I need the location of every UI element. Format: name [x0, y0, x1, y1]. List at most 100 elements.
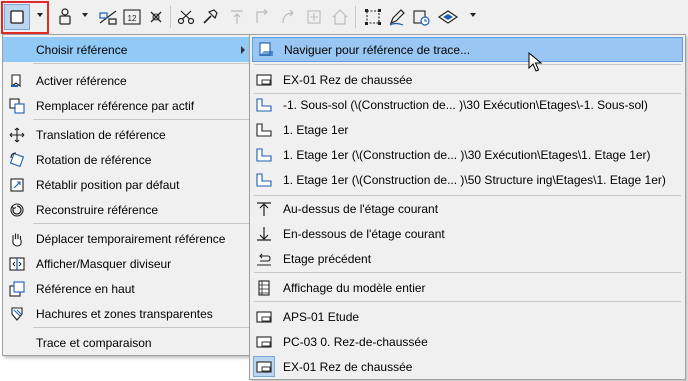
- reset-position-icon: [10, 177, 24, 192]
- submenu-item-label: EX-01 Rez de chaussée: [283, 359, 413, 374]
- pick-hammer-icon[interactable]: [198, 5, 222, 29]
- menu-item-label: Hachures et zones transparentes: [36, 306, 213, 321]
- scissors-icon[interactable]: [174, 5, 198, 29]
- menu-item-label: Reconstruire référence: [36, 202, 159, 217]
- story-icon: [256, 147, 272, 162]
- submenu-item-label: EX-01 Rez de chaussée: [283, 72, 413, 87]
- chevron-down-icon[interactable]: [82, 13, 88, 17]
- choisir-reference-submenu: Naviguer pour référence de trace... EX-0…: [249, 34, 686, 380]
- menu-item-retablir-position[interactable]: Rétablir position par défaut: [3, 172, 251, 197]
- submenu-item-modele-entier[interactable]: Affichage du modèle entier: [250, 275, 685, 300]
- submenu-item-pc03[interactable]: PC-03 0. Rez-de-chaussée: [250, 329, 685, 354]
- menu-divider: [33, 63, 249, 64]
- level-label: 12: [128, 14, 137, 23]
- arrow-up-icon: [257, 201, 271, 216]
- rotate-arrow-icon: [276, 5, 300, 29]
- reference-menu: Choisir référence Activer référence Remp…: [2, 34, 252, 356]
- chevron-down-icon[interactable]: [470, 13, 476, 17]
- bookmark-icon: [11, 73, 21, 87]
- crosshair-icon[interactable]: [144, 5, 168, 29]
- navigator-icon: [259, 41, 273, 56]
- submenu-item-en-dessous[interactable]: En-dessous de l'étage courant: [250, 221, 685, 246]
- submenu-item-naviguer[interactable]: Naviguer pour référence de trace...: [252, 37, 683, 62]
- layout-icon: [256, 310, 272, 323]
- submenu-item-label: Etage précédent: [283, 251, 372, 266]
- level-12-icon[interactable]: 12: [120, 5, 144, 29]
- toolbar-divider: [355, 6, 356, 28]
- menu-item-remplacer-reference[interactable]: Remplacer référence par actif: [3, 93, 251, 118]
- menu-item-activer-reference[interactable]: Activer référence: [3, 68, 251, 93]
- rebuild-icon: [10, 202, 24, 217]
- divider-icon: [9, 256, 25, 271]
- mouse-cursor-icon: [528, 52, 542, 72]
- toolbar: 12: [0, 0, 688, 34]
- submenu-item-etage-precedent[interactable]: Etage précédent: [250, 246, 685, 271]
- story-icon: [256, 97, 272, 112]
- chevron-down-icon[interactable]: [37, 13, 43, 17]
- rotate-icon: [9, 151, 25, 167]
- align-up-icon: [225, 5, 249, 29]
- hatch-icon: [11, 306, 23, 321]
- menu-divider: [254, 301, 681, 302]
- submenu-item-label: PC-03 0. Rez-de-chaussée: [283, 334, 428, 349]
- submenu-item-etage-1er[interactable]: 1. Etage 1er: [250, 117, 685, 142]
- hand-icon: [12, 233, 22, 247]
- compare-levels-icon[interactable]: [96, 5, 120, 29]
- story-icon: [256, 172, 272, 187]
- cloud-user-icon[interactable]: [409, 5, 433, 29]
- submenu-item-label: Au-dessus de l'étage courant: [283, 201, 439, 216]
- menu-item-label: Rotation de référence: [36, 152, 152, 167]
- menu-item-choisir-reference[interactable]: Choisir référence: [3, 37, 251, 62]
- menu-item-label: Rétablir position par défaut: [36, 177, 180, 192]
- menu-item-reconstruire[interactable]: Reconstruire référence: [3, 197, 251, 222]
- submenu-item-ex01[interactable]: EX-01 Rez de chaussée: [250, 67, 685, 92]
- menu-item-deplacer-temporairement[interactable]: Déplacer temporairement référence: [3, 226, 251, 251]
- menu-item-translation[interactable]: Translation de référence: [3, 122, 251, 147]
- layout-icon: [256, 360, 272, 373]
- submenu-item-label: En-dessous de l'étage courant: [283, 226, 445, 241]
- layout-icon: [256, 335, 272, 348]
- menu-divider: [33, 223, 249, 224]
- layer-figure-icon[interactable]: [53, 5, 77, 29]
- submenu-item-label: Affichage du modèle entier: [283, 280, 426, 295]
- menu-divider: [33, 327, 249, 328]
- select-frame-icon[interactable]: [361, 5, 385, 29]
- layers-eye-icon[interactable]: [436, 5, 460, 29]
- pen-icon[interactable]: [385, 5, 409, 29]
- menu-item-trace-comparaison[interactable]: Trace et comparaison: [3, 330, 251, 355]
- menu-item-label: Activer référence: [36, 73, 127, 88]
- menu-divider: [254, 64, 681, 65]
- previous-icon: [257, 253, 271, 266]
- menu-divider: [33, 119, 249, 120]
- menu-item-label: Choisir référence: [36, 42, 128, 57]
- menu-item-label: Remplacer référence par actif: [36, 98, 195, 113]
- model-icon: [258, 279, 270, 296]
- menu-item-hachures[interactable]: Hachures et zones transparentes: [3, 301, 251, 326]
- submenu-item-etage-1er-execution[interactable]: 1. Etage 1er (\(Construction de... )\30 …: [250, 142, 685, 167]
- submenu-item-label: -1. Sous-sol (\(Construction de... )\30 …: [283, 97, 648, 112]
- submenu-item-label: 1. Etage 1er: [283, 122, 349, 137]
- menu-item-rotation[interactable]: Rotation de référence: [3, 147, 251, 172]
- arrow-down-icon: [257, 226, 271, 241]
- submenu-item-aps01[interactable]: APS-01 Etude: [250, 304, 685, 329]
- layout-icon: [256, 73, 272, 86]
- submenu-item-label: 1. Etage 1er (\(Construction de... )\50 …: [283, 172, 666, 187]
- corner-icon: [250, 5, 274, 29]
- reference-frame-icon: [5, 5, 29, 29]
- grid-add-icon: [302, 5, 326, 29]
- menu-divider: [254, 272, 681, 273]
- move-icon: [9, 127, 25, 142]
- reference-top-icon: [9, 280, 25, 297]
- chevron-right-icon: [241, 45, 245, 54]
- submenu-item-ex01-current[interactable]: EX-01 Rez de chaussée: [250, 354, 685, 379]
- menu-item-reference-en-haut[interactable]: Référence en haut: [3, 276, 251, 301]
- submenu-item-label: APS-01 Etude: [283, 309, 360, 324]
- submenu-item-etage-1er-structure[interactable]: 1. Etage 1er (\(Construction de... )\50 …: [250, 167, 685, 192]
- house-icon: [328, 5, 352, 29]
- menu-item-afficher-diviseur[interactable]: Afficher/Masquer diviseur: [3, 251, 251, 276]
- submenu-item-sous-sol[interactable]: -1. Sous-sol (\(Construction de... )\30 …: [250, 92, 685, 117]
- menu-item-label: Trace et comparaison: [36, 335, 152, 350]
- submenu-item-au-dessus[interactable]: Au-dessus de l'étage courant: [250, 196, 685, 221]
- submenu-item-label: Naviguer pour référence de trace...: [284, 42, 471, 57]
- story-icon: [256, 122, 272, 137]
